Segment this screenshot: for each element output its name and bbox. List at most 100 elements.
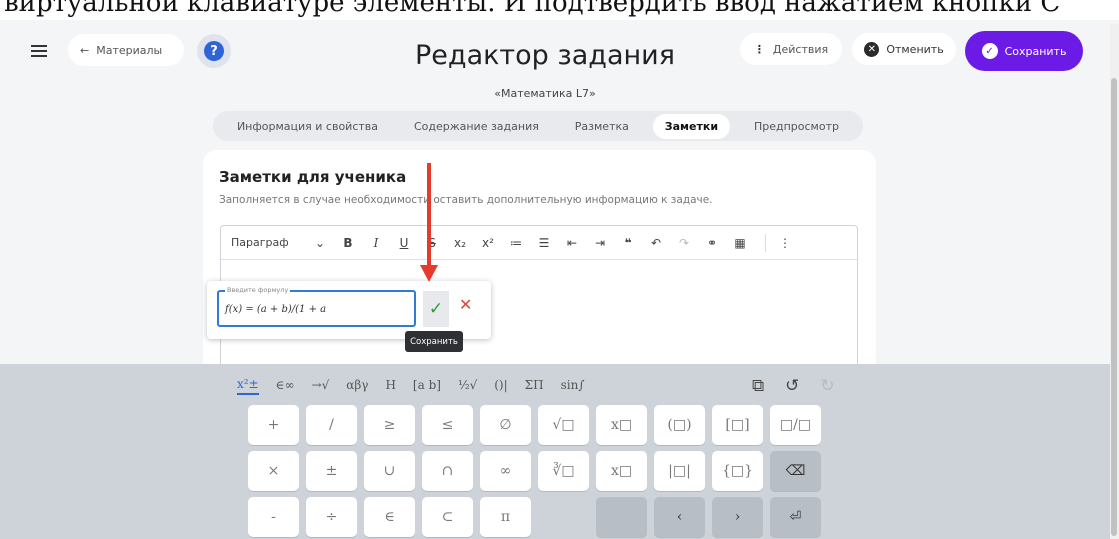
link-icon[interactable]: ⚭	[701, 236, 723, 250]
cancel-label: Отменить	[886, 42, 944, 56]
notes-card: Заметки для ученика Заполняется в случае…	[203, 150, 876, 380]
keyboard-tab-matrix[interactable]: [a b]	[413, 378, 441, 394]
numbered-list-icon[interactable]: ≔	[505, 236, 527, 250]
actions-button[interactable]: ⋮ Действия	[740, 33, 842, 65]
key-left[interactable]: ‹	[654, 497, 705, 537]
keyboard-tab-sums[interactable]: ΣΠ	[525, 378, 544, 394]
strikethrough-icon[interactable]: S	[421, 236, 443, 250]
quote-icon[interactable]: ❝	[617, 236, 639, 250]
bold-icon[interactable]: B	[337, 236, 359, 250]
tab-content[interactable]: Содержание задания	[402, 114, 551, 139]
confirm-formula-button[interactable]: ✓	[423, 291, 449, 327]
redo-icon[interactable]: ↻	[820, 376, 834, 396]
check-icon: ✓	[428, 299, 444, 319]
tab-info[interactable]: Информация и свойства	[225, 114, 390, 139]
tab-markup[interactable]: Разметка	[563, 114, 641, 139]
italic-icon[interactable]: I	[365, 236, 387, 250]
editor-toolbar: Параграф ⌄ B I U S x₂ x² ≔ ☰ ⇤ ⇥ ❝ ↶ ↷ ⚭…	[221, 226, 857, 260]
formula-value: f(x) = (a + b)/(1 + a	[225, 304, 327, 315]
subscript-icon[interactable]: x₂	[449, 236, 471, 250]
keyboard-tab-brackets[interactable]: ()|	[494, 378, 507, 394]
key-intersection[interactable]: ∩	[422, 451, 473, 491]
save-tooltip: Сохранить	[405, 331, 463, 352]
key-union[interactable]: ∪	[364, 451, 415, 491]
keyboard-tab-greek[interactable]: αβγ	[346, 378, 368, 394]
formula-label: Введите формулу	[225, 286, 291, 294]
indent-icon[interactable]: ⇥	[589, 236, 611, 250]
key-minus[interactable]: -	[248, 497, 299, 537]
key-subset[interactable]: ⊂	[422, 497, 473, 537]
key-subscript[interactable]: x□	[596, 451, 647, 491]
close-icon: ✕	[459, 295, 473, 314]
key-geq[interactable]: ≥	[364, 405, 415, 445]
virtual-math-keyboard: x²± ∈∞ →√ αβγ H [a b] ½√ ()| ΣΠ sin∫ ⧉ ↺…	[0, 364, 1119, 539]
back-button[interactable]: ← Материалы	[68, 34, 184, 66]
page-subtitle: «Математика L7»	[494, 87, 596, 100]
help-button[interactable]: ?	[197, 34, 231, 68]
keyboard-tabs: x²± ∈∞ →√ αβγ H [a b] ½√ ()| ΣΠ sin∫	[237, 372, 602, 400]
more-icon[interactable]: ⋮	[774, 236, 796, 250]
keyboard-tab-sets[interactable]: ∈∞	[276, 378, 295, 394]
toolbar-divider	[765, 233, 766, 252]
key-empty-set[interactable]: ∅	[480, 405, 531, 445]
key-enter[interactable]: ⏎	[770, 497, 821, 537]
keyboard-tab-arrows[interactable]: →√	[312, 378, 330, 394]
copy-icon[interactable]: ⧉	[752, 376, 764, 396]
key-plus[interactable]: +	[248, 405, 299, 445]
key-pi[interactable]: π	[480, 497, 531, 537]
cancel-formula-button[interactable]: ✕	[459, 295, 472, 314]
question-icon: ?	[204, 41, 224, 61]
menu-button[interactable]	[22, 38, 56, 64]
key-leq[interactable]: ≤	[422, 405, 473, 445]
paragraph-select[interactable]: Параграф	[231, 236, 309, 249]
save-button[interactable]: ✓ Сохранить	[965, 31, 1083, 71]
keyboard-tab-functions[interactable]: sin∫	[561, 378, 585, 394]
notes-description: Заполняется в случае необходимости остав…	[219, 194, 713, 206]
close-circle-icon: ✕	[864, 41, 880, 57]
tab-notes[interactable]: Заметки	[652, 113, 731, 139]
key-divide[interactable]: ÷	[306, 497, 357, 537]
instruction-banner: виртуальной клавиатуре элементы. И подтв…	[0, 0, 1119, 20]
key-nth-root[interactable]: ∛□	[538, 451, 589, 491]
keyboard-tab-h[interactable]: H	[385, 378, 395, 394]
undo-icon[interactable]: ↺	[785, 376, 799, 396]
annotation-arrow	[427, 163, 431, 269]
hamburger-icon	[31, 45, 47, 57]
save-label: Сохранить	[1004, 44, 1067, 58]
key-power[interactable]: x□	[596, 405, 647, 445]
tab-preview[interactable]: Предпросмотр	[742, 114, 851, 139]
chevron-down-icon[interactable]: ⌄	[309, 236, 331, 250]
notes-title: Заметки для ученика	[219, 168, 407, 186]
key-braces[interactable]: {□}	[712, 451, 763, 491]
tab-bar: Информация и свойства Содержание задания…	[213, 111, 863, 141]
key-infinity[interactable]: ∞	[480, 451, 531, 491]
redo-icon[interactable]: ↷	[673, 236, 695, 250]
keyboard-tab-fractions[interactable]: ½√	[458, 378, 477, 394]
key-element-of[interactable]: ∈	[364, 497, 415, 537]
table-icon[interactable]: ▦	[729, 236, 751, 250]
key-slash[interactable]: /	[306, 405, 357, 445]
key-abs[interactable]: |□|	[654, 451, 705, 491]
cancel-button[interactable]: ✕ Отменить	[852, 33, 956, 65]
key-sqrt[interactable]: √□	[538, 405, 589, 445]
check-circle-icon: ✓	[981, 43, 998, 59]
underline-icon[interactable]: U	[393, 236, 415, 250]
scrollbar-thumb[interactable]	[1111, 78, 1117, 536]
outdent-icon[interactable]: ⇤	[561, 236, 583, 250]
kebab-icon: ⋮	[753, 42, 765, 56]
key-plus-minus[interactable]: ±	[306, 451, 357, 491]
key-backspace[interactable]: ⌫	[770, 451, 821, 491]
keyboard-tab-basic[interactable]: x²±	[237, 377, 259, 395]
keyboard-keys: + / ≥ ≤ ∅ √□ x□ (□) [□] □/□ × ± ∪ ∩ ∞ ∛□…	[248, 405, 821, 537]
key-parens[interactable]: (□)	[654, 405, 705, 445]
formula-input[interactable]: Введите формулу f(x) = (a + b)/(1 + a	[217, 286, 416, 327]
bulleted-list-icon[interactable]: ☰	[533, 236, 555, 250]
page: виртуальной клавиатуре элементы. И подтв…	[0, 0, 1119, 539]
undo-icon[interactable]: ↶	[645, 236, 667, 250]
key-times[interactable]: ×	[248, 451, 299, 491]
key-right[interactable]: ›	[712, 497, 763, 537]
key-space[interactable]	[596, 497, 647, 537]
key-fraction[interactable]: □/□	[770, 405, 821, 445]
superscript-icon[interactable]: x²	[477, 236, 499, 250]
key-brackets[interactable]: [□]	[712, 405, 763, 445]
